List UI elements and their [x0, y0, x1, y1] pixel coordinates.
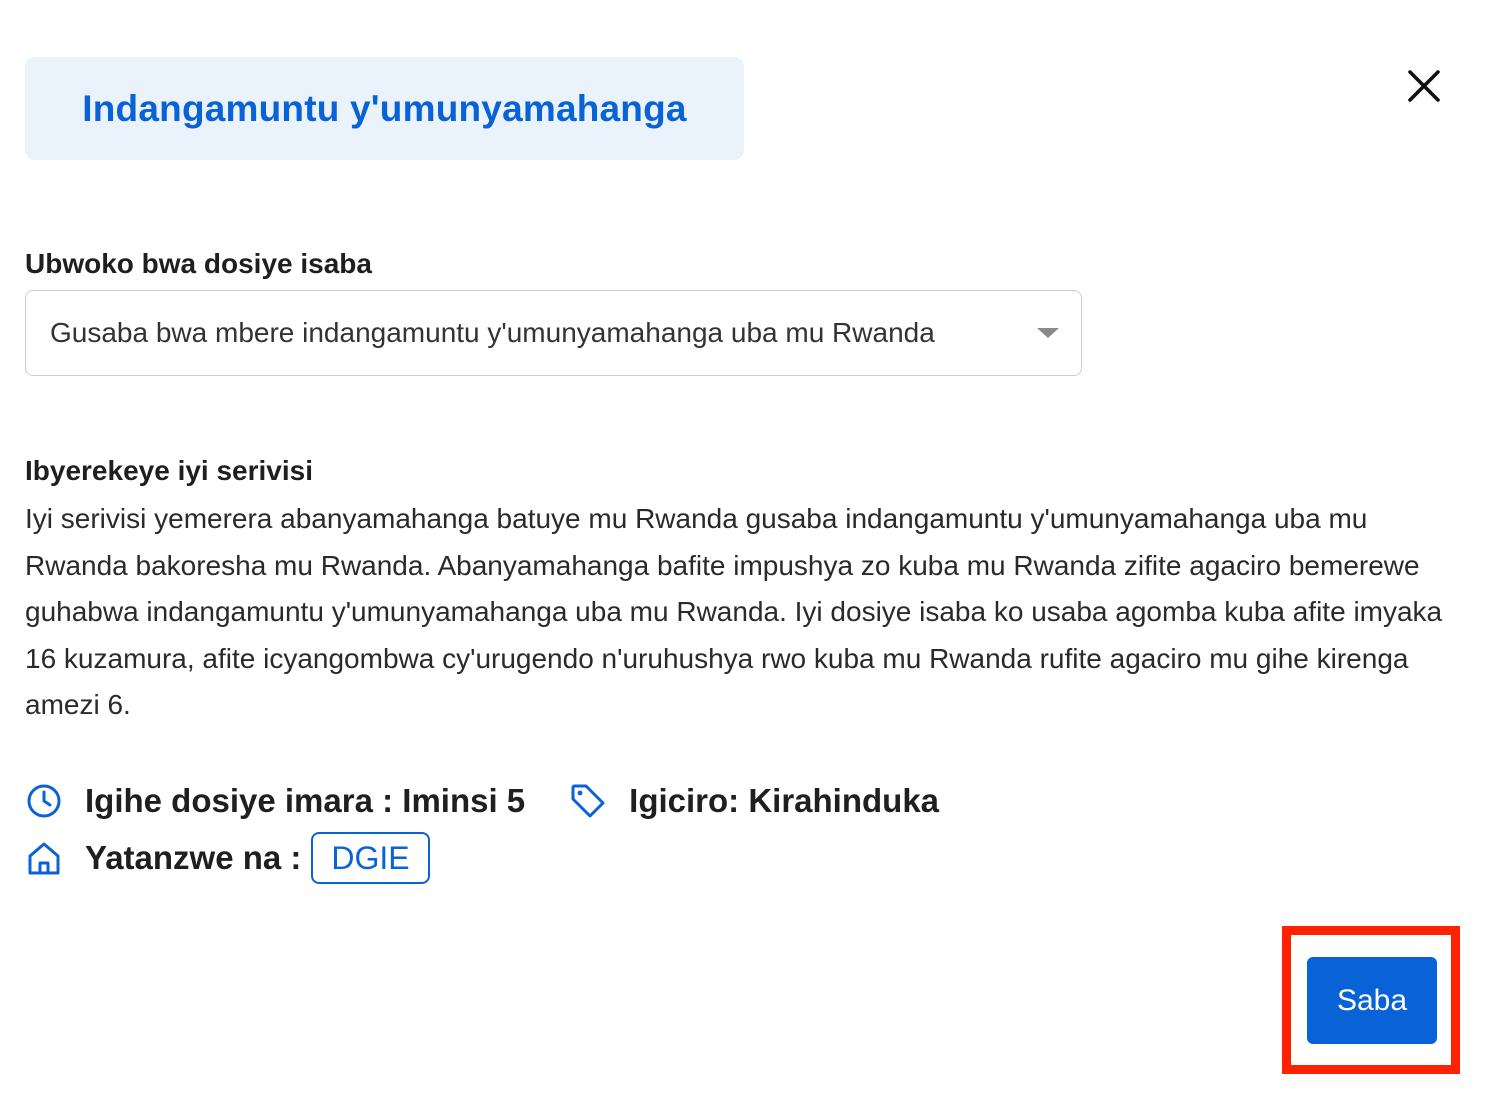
application-type-select[interactable]: Gusaba bwa mbere indangamuntu y'umunyama…: [25, 290, 1082, 376]
tag-icon: [569, 782, 607, 820]
about-heading: Ibyerekeye iyi serivisi: [25, 455, 313, 486]
price: Igiciro: Kirahinduka: [629, 782, 940, 819]
clock-icon: [25, 782, 63, 820]
provider-badge[interactable]: DGIE: [311, 832, 430, 884]
caret-down-icon: [1037, 328, 1059, 338]
close-button[interactable]: [1400, 62, 1448, 110]
application-type-value: Gusaba bwa mbere indangamuntu y'umunyama…: [50, 317, 935, 348]
apply-button[interactable]: Saba: [1307, 957, 1437, 1044]
processing-time: Igihe dosiye imara : Iminsi 5: [85, 782, 526, 819]
provider-label: Yatanzwe na :: [85, 839, 302, 876]
close-icon: [1408, 70, 1440, 102]
home-icon: [25, 839, 63, 877]
meta-row-provider: Yatanzwe na : DGIE: [25, 832, 430, 884]
meta-row-time-price: Igihe dosiye imara : Iminsi 5 Igiciro: K…: [25, 782, 939, 820]
application-type-label: Ubwoko bwa dosiye isaba: [25, 248, 372, 279]
dialog-title-box: Indangamuntu y'umunyamahanga: [25, 57, 744, 160]
about-text: Iyi serivisi yemerera abanyamahanga batu…: [25, 503, 1443, 720]
dialog-title: Indangamuntu y'umunyamahanga: [82, 87, 687, 129]
service-dialog: Indangamuntu y'umunyamahanga Ubwoko bwa …: [0, 0, 1498, 1096]
